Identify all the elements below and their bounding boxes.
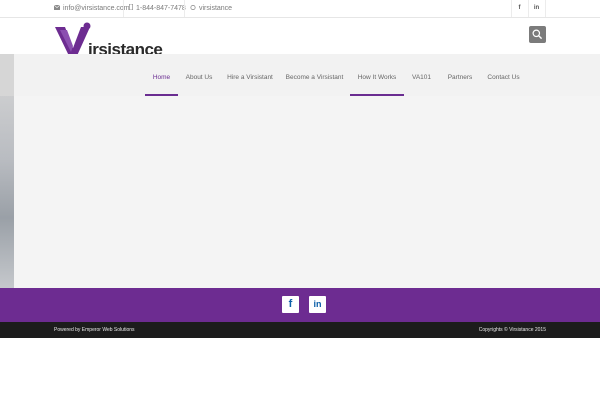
site-header: irsistance The Virtual Assistance Compan… [0, 18, 600, 61]
nav-how-it-works[interactable]: How It Works [350, 54, 404, 96]
divider [545, 0, 546, 17]
linkedin-icon[interactable]: in [528, 0, 545, 17]
email-contact[interactable]: info@virsistance.com [54, 0, 130, 17]
phone-contact[interactable]: 1-844-847-7478 [129, 0, 186, 17]
linkedin-icon[interactable]: in [309, 296, 326, 313]
powered-by-text[interactable]: Powered by Emperor Web Solutions [54, 322, 135, 338]
facebook-icon[interactable]: f [282, 296, 299, 313]
mobile-phone-icon [129, 4, 133, 11]
copyright-text: Copyrights © Virsistance 2015 [478, 327, 546, 333]
background-image-strip-top [0, 54, 14, 96]
nav-home[interactable]: Home [145, 54, 178, 96]
top-contact-bar: info@virsistance.com 1-844-847-7478 virs… [0, 0, 600, 18]
skype-text: virsistance [199, 5, 233, 12]
search-button[interactable] [529, 26, 546, 43]
main-content-area [0, 96, 600, 288]
footer-social-band: f in [0, 288, 600, 322]
skype-contact[interactable]: virsistance [190, 0, 232, 17]
page-background [0, 338, 600, 400]
nav-contact-us[interactable]: Contact Us [484, 54, 523, 96]
nav-va101[interactable]: VA101 [408, 54, 435, 96]
email-text: info@virsistance.com [63, 5, 130, 12]
nav-partners[interactable]: Partners [444, 54, 476, 96]
facebook-icon[interactable]: f [511, 0, 528, 17]
nav-about-us[interactable]: About Us [182, 54, 216, 96]
nav-become-a-virsistant[interactable]: Become a Virsistant [283, 54, 346, 96]
phone-text: 1-844-847-7478 [136, 5, 186, 12]
envelope-icon [54, 4, 60, 10]
footer-bottom-bar: Powered by Emperor Web Solutions Copyrig… [0, 322, 600, 338]
search-icon [532, 29, 543, 40]
divider [184, 0, 185, 17]
nav-hire-a-virsistant[interactable]: Hire a Virsistant [223, 54, 277, 96]
main-navigation: Home About Us Hire a Virsistant Become a… [0, 54, 600, 96]
divider [123, 0, 124, 17]
skype-icon [190, 4, 196, 10]
